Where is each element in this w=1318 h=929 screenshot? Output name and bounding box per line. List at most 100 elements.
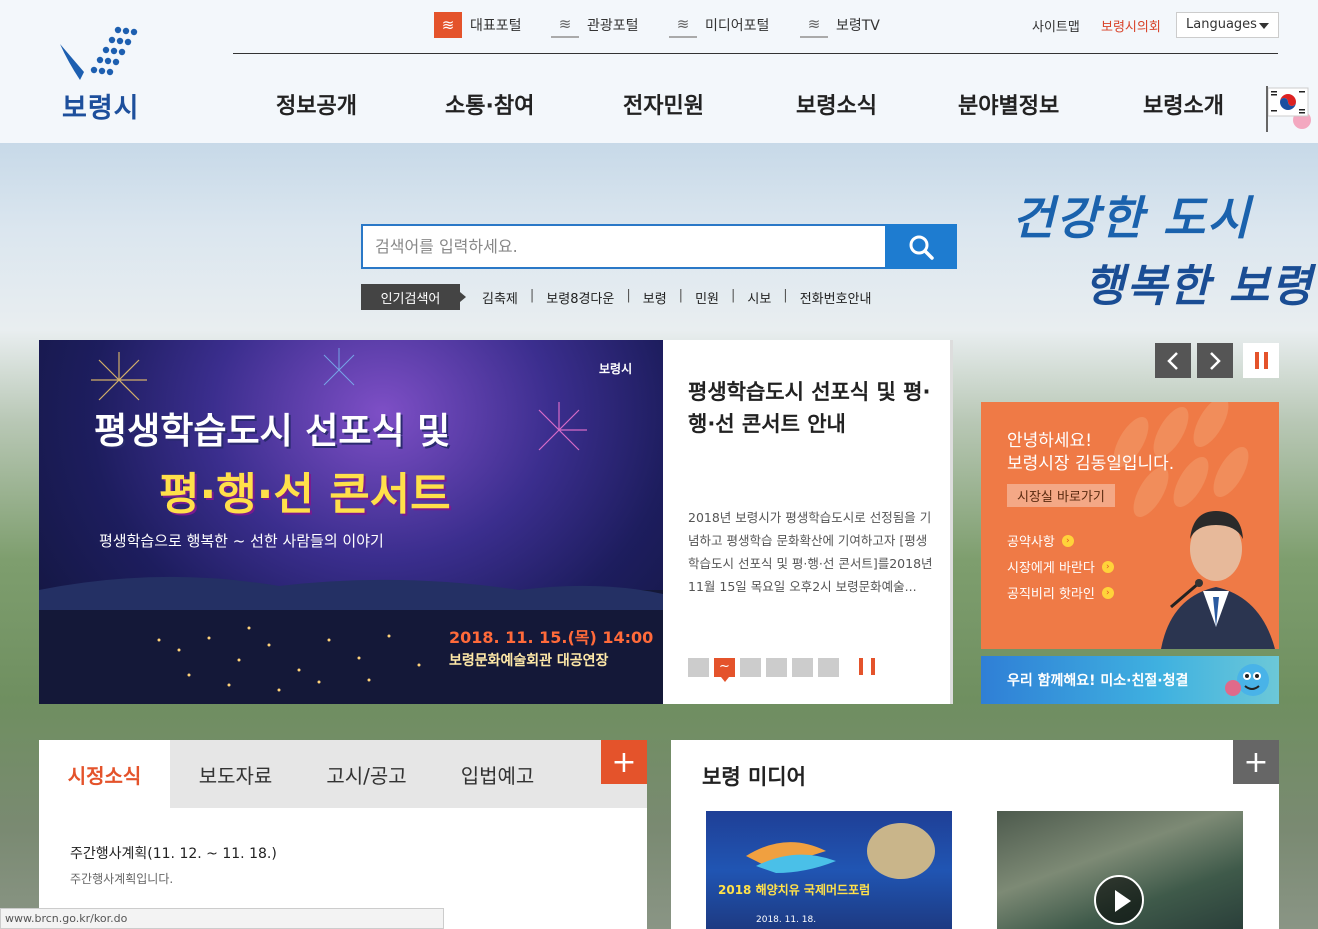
poster-brand: 보령시	[599, 362, 633, 376]
mayor-link-label: 공직비리 핫라인	[1007, 587, 1095, 602]
tab-notices[interactable]: 고시/공고	[301, 740, 432, 808]
tab-city-news[interactable]: 시정소식	[39, 740, 170, 808]
mascot-icon	[1225, 664, 1269, 696]
nav-info-disclosure[interactable]: 정보공개	[276, 88, 357, 120]
news-tabs: 시정소식 보도자료 고시/공고 입법예고	[39, 740, 647, 808]
slide-info-panel: 평생학습도시 선포식 및 평·행·선 콘서트 안내 2018년 보령시가 평생학…	[663, 340, 953, 704]
tab-legislation[interactable]: 입법예고	[432, 740, 563, 808]
arrow-right-icon: ›	[1101, 586, 1114, 599]
slogan-line1: 건강한 도시	[1012, 191, 1252, 245]
play-icon[interactable]	[1094, 875, 1144, 925]
mayor-office-link[interactable]: 시장실 바로가기	[1007, 484, 1115, 507]
mayor-greeting-line2: 보령시장 김동일입니다.	[1007, 454, 1175, 474]
news-item-desc: 주간행사계획입니다.	[70, 872, 174, 886]
media-thumbnail-2[interactable]	[997, 811, 1243, 929]
pause-icon	[859, 658, 863, 675]
waves-icon: ≋	[669, 12, 697, 38]
poster-venue: 보령문화예술회관 대공연장	[449, 653, 609, 669]
chevron-left-icon	[1167, 351, 1178, 370]
search-box	[361, 224, 887, 269]
korean-flag-icon	[1266, 86, 1311, 132]
languages-label: Languages	[1186, 17, 1257, 32]
mayor-link-label: 공약사항	[1007, 535, 1055, 550]
pause-icon	[871, 658, 875, 675]
slide-dot[interactable]	[818, 658, 839, 677]
search-button[interactable]	[885, 224, 957, 269]
waves-icon: ≋	[551, 12, 579, 38]
slide-dot[interactable]	[766, 658, 787, 677]
slide-dot[interactable]	[688, 658, 709, 677]
portal-tourism[interactable]: ≋ 관광포털	[551, 12, 639, 38]
slide-pause-button[interactable]	[859, 658, 875, 677]
prev-button[interactable]	[1155, 343, 1191, 378]
banner-pause-button[interactable]	[1243, 343, 1279, 378]
nav-field-info[interactable]: 분야별정보	[958, 88, 1059, 120]
news-more-button[interactable]: +	[601, 740, 647, 784]
mayor-photo	[1161, 511, 1275, 649]
portal-label: 미디어포털	[705, 18, 770, 34]
slide-dot[interactable]	[792, 658, 813, 677]
keyword-link[interactable]: 민원	[683, 288, 731, 307]
portal-label: 관광포털	[587, 18, 639, 34]
portal-tv[interactable]: ≋ 보령TV	[800, 12, 880, 38]
media-thumbnail-1-date: 2018. 11. 18.	[756, 915, 817, 925]
keyword-link[interactable]: 전화번호안내	[788, 288, 884, 307]
slogan-line2: 행복한 보령	[1084, 261, 1314, 312]
news-item-title[interactable]: 주간행사계획(11. 12. ~ 11. 18.)	[70, 843, 277, 863]
nav-participation[interactable]: 소통·참여	[445, 88, 534, 120]
keyword-link[interactable]: 시보	[735, 288, 783, 307]
keyword-link[interactable]: 김축제	[470, 288, 530, 307]
sitemap-link[interactable]: 사이트맵	[1032, 16, 1080, 35]
site-header: 보령시 ≋ 대표포털 ≋ 관광포털 ≋ 미디어포털 ≋ 보령TV 사이트맵 보령…	[0, 0, 1318, 143]
council-link[interactable]: 보령시의회	[1101, 16, 1161, 35]
search-input[interactable]	[363, 226, 885, 267]
popular-keywords-label: 인기검색어	[361, 284, 466, 310]
keyword-link[interactable]: 보령8경다운	[534, 288, 626, 307]
portal-label: 보령TV	[836, 18, 880, 34]
waves-icon: ≋	[434, 12, 462, 38]
mayor-greeting-line1: 안녕하세요!	[1007, 431, 1093, 451]
chevron-down-icon	[1259, 23, 1269, 29]
mayor-link-pledges[interactable]: 공약사항 ›	[1007, 531, 1074, 550]
waves-icon: ≋	[800, 12, 828, 38]
news-box: 시정소식 보도자료 고시/공고 입법예고 + 주간행사계획(11. 12. ~ …	[39, 740, 647, 929]
arrow-right-icon: ›	[1101, 560, 1114, 573]
next-button[interactable]	[1197, 343, 1233, 378]
pause-icon	[1254, 352, 1259, 369]
slide-title[interactable]: 평생학습도시 선포식 및 평·행·선 콘서트 안내	[688, 376, 938, 440]
media-box: 보령 미디어 + 2018 해양치유 국제머드포럼 2018. 11. 18.	[671, 740, 1279, 929]
arrow-right-icon: ›	[1061, 534, 1074, 547]
media-title: 보령 미디어	[702, 765, 806, 789]
mayor-link-hotline[interactable]: 공직비리 핫라인 ›	[1007, 583, 1114, 602]
nav-e-civil[interactable]: 전자민원	[623, 88, 704, 120]
poster-headline2: 평·행·선 콘서트	[159, 469, 451, 520]
pause-icon	[1263, 352, 1268, 369]
campaign-banner-text: 우리 함께해요! 미소·친절·청결	[1007, 673, 1189, 689]
nav-news[interactable]: 보령소식	[796, 88, 877, 120]
portal-label: 대표포털	[470, 18, 522, 34]
slide-poster-image[interactable]: 보령시 평생학습도시 선포식 및 평·행·선 콘서트 평생학습으로 행복한 ~ …	[39, 340, 663, 704]
slide-description: 2018년 보령시가 평생학습도시로 선정됨을 기념하고 평생학습 문화확산에 …	[688, 510, 933, 594]
mud-forum-poster	[746, 823, 935, 879]
slide-dot[interactable]	[740, 658, 761, 677]
mayor-greeting: 안녕하세요! 보령시장 김동일입니다.	[1007, 430, 1174, 476]
tab-press-release[interactable]: 보도자료	[170, 740, 301, 808]
media-more-button[interactable]: +	[1233, 740, 1279, 784]
nav-about[interactable]: 보령소개	[1143, 88, 1224, 120]
poster-date: 2018. 11. 15.(목) 14:00	[449, 628, 654, 647]
media-thumbnail-1[interactable]: 2018 해양치유 국제머드포럼 2018. 11. 18.	[706, 811, 952, 929]
popular-keywords: 김축제 | 보령8경다운 | 보령 | 민원 | 시보 | 전화번호안내	[470, 288, 883, 307]
poster-headline1: 평생학습도시 선포식 및	[94, 411, 451, 452]
keyword-link[interactable]: 보령	[631, 288, 679, 307]
portal-main[interactable]: ≋ 대표포털	[434, 12, 522, 38]
logo-text[interactable]: 보령시	[62, 86, 140, 125]
portal-media[interactable]: ≋ 미디어포털	[669, 12, 769, 38]
mayor-link-petition[interactable]: 시장에게 바란다 ›	[1007, 557, 1114, 576]
slide-pagination: ~	[688, 658, 844, 682]
campaign-banner[interactable]: 우리 함께해요! 미소·친절·청결	[981, 656, 1279, 704]
languages-select[interactable]: Languages	[1176, 12, 1279, 38]
slide-dot-active[interactable]: ~	[714, 658, 735, 682]
mayor-box: 안녕하세요! 보령시장 김동일입니다. 시장실 바로가기 공약사항 › 시장에게 …	[981, 402, 1279, 649]
browser-status-bar: www.brcn.go.kr/kor.do	[0, 908, 444, 929]
chevron-right-icon	[1210, 351, 1221, 370]
